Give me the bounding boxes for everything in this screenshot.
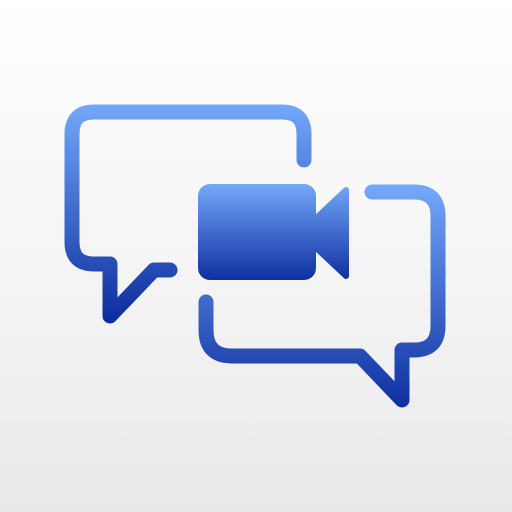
video-chat-glyph [64, 104, 446, 408]
video-camera-icon [198, 184, 349, 280]
video-chat-app-icon [0, 0, 512, 512]
